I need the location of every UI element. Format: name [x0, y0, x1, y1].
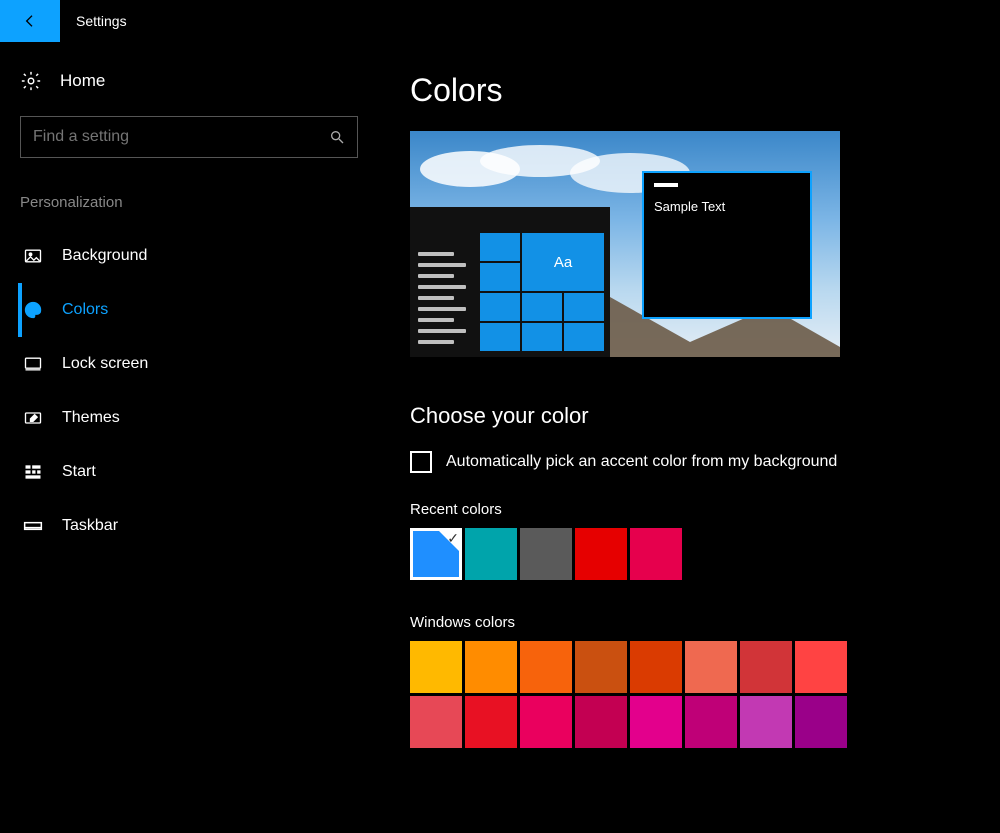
- sidebar-item-label: Taskbar: [62, 517, 118, 535]
- back-arrow-icon: [22, 13, 38, 29]
- sidebar-item-start[interactable]: Start: [20, 445, 360, 499]
- windows-color-swatch[interactable]: [795, 641, 847, 693]
- windows-color-swatch[interactable]: [740, 641, 792, 693]
- recent-color-swatch[interactable]: [520, 528, 572, 580]
- recent-color-swatch[interactable]: [465, 528, 517, 580]
- windows-colors-label: Windows colors: [410, 614, 960, 631]
- windows-color-swatch[interactable]: [795, 696, 847, 748]
- back-button[interactable]: [0, 0, 60, 42]
- color-preview: Aa Sample Text: [410, 131, 840, 357]
- start-grid-icon: [22, 461, 44, 483]
- windows-colors-grid: [410, 641, 960, 748]
- sidebar-item-label: Themes: [62, 409, 120, 427]
- preview-window: Sample Text: [642, 171, 812, 319]
- gear-icon: [20, 70, 42, 92]
- search-box[interactable]: [20, 116, 358, 158]
- sidebar-item-label: Lock screen: [62, 355, 148, 373]
- window-title: Settings: [76, 13, 127, 29]
- windows-color-swatch[interactable]: [520, 641, 572, 693]
- recent-color-swatch[interactable]: [575, 528, 627, 580]
- windows-color-swatch[interactable]: [685, 696, 737, 748]
- windows-color-swatch[interactable]: [575, 641, 627, 693]
- recent-color-swatch[interactable]: [630, 528, 682, 580]
- windows-color-swatch[interactable]: [410, 696, 462, 748]
- sidebar-item-background[interactable]: Background: [20, 229, 360, 283]
- sidebar-item-themes[interactable]: Themes: [20, 391, 360, 445]
- sidebar-item-label: Colors: [62, 301, 108, 319]
- sidebar-item-label: Background: [62, 247, 147, 265]
- preview-tiles: Aa: [480, 233, 606, 351]
- recent-color-swatch[interactable]: ✓: [410, 528, 462, 580]
- preview-menu-lines: [418, 245, 472, 351]
- monitor-icon: [22, 353, 44, 375]
- windows-color-swatch[interactable]: [465, 696, 517, 748]
- preview-window-text: Sample Text: [654, 199, 800, 214]
- sidebar-home-label: Home: [60, 71, 105, 91]
- windows-color-swatch[interactable]: [630, 641, 682, 693]
- sidebar-item-taskbar[interactable]: Taskbar: [20, 499, 360, 553]
- titlebar: Settings: [0, 0, 1000, 42]
- recent-colors-label: Recent colors: [410, 501, 960, 518]
- page-title: Colors: [410, 72, 960, 109]
- windows-color-swatch[interactable]: [520, 696, 572, 748]
- check-icon: ✓: [447, 530, 459, 547]
- picture-icon: [22, 245, 44, 267]
- palette-icon: [22, 299, 44, 321]
- auto-pick-label: Automatically pick an accent color from …: [446, 453, 837, 471]
- taskbar-icon: [22, 515, 44, 537]
- pencil-icon: [22, 407, 44, 429]
- sidebar-home[interactable]: Home: [20, 70, 360, 92]
- sidebar-item-lockscreen[interactable]: Lock screen: [20, 337, 360, 391]
- windows-color-swatch[interactable]: [630, 696, 682, 748]
- checkbox-icon[interactable]: [410, 451, 432, 473]
- recent-colors-row: ✓: [410, 528, 960, 580]
- sidebar: Home Personalization Background Colors: [0, 42, 380, 833]
- preview-tile-aa: Aa: [522, 233, 604, 291]
- windows-color-swatch[interactable]: [575, 696, 627, 748]
- windows-color-swatch[interactable]: [410, 641, 462, 693]
- search-icon: [329, 129, 345, 145]
- auto-pick-checkbox-row[interactable]: Automatically pick an accent color from …: [410, 451, 960, 473]
- windows-color-swatch[interactable]: [740, 696, 792, 748]
- windows-color-swatch[interactable]: [685, 641, 737, 693]
- windows-color-swatch[interactable]: [465, 641, 517, 693]
- search-input[interactable]: [33, 128, 329, 146]
- main-content: Colors Aa Samp: [380, 42, 1000, 833]
- preview-window-accent: [654, 183, 678, 187]
- sidebar-section-label: Personalization: [20, 194, 360, 211]
- choose-color-heading: Choose your color: [410, 403, 960, 429]
- sidebar-item-colors[interactable]: Colors: [18, 283, 360, 337]
- sidebar-item-label: Start: [62, 463, 96, 481]
